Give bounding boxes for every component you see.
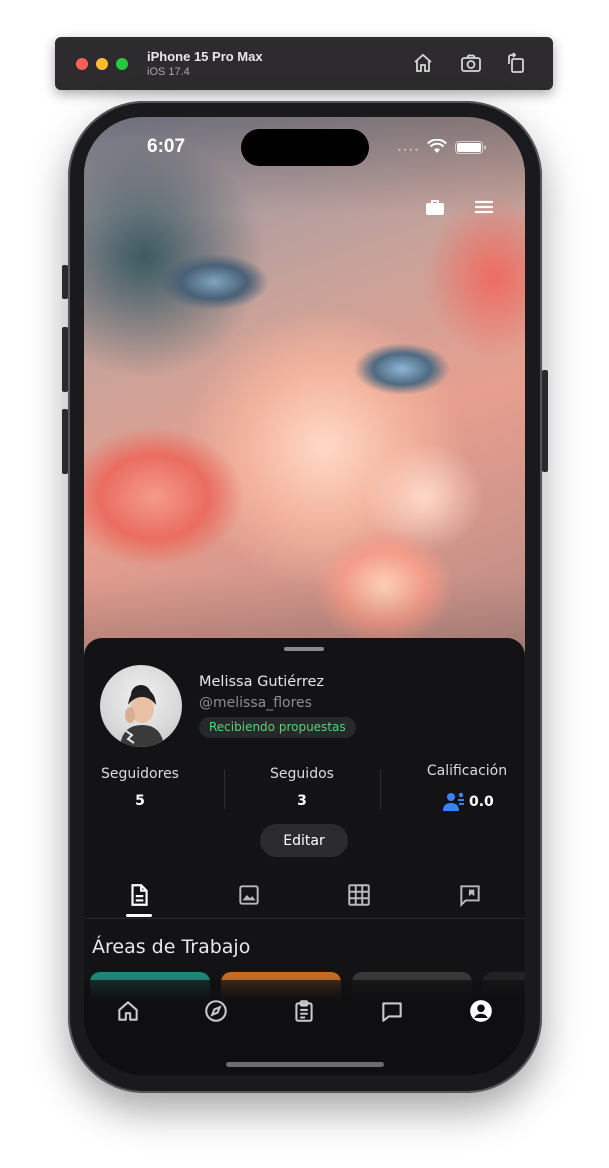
rating-label: Calificación	[426, 763, 508, 779]
battery-icon	[455, 141, 486, 154]
tab-documents[interactable]	[126, 882, 152, 908]
active-tab-indicator	[126, 914, 152, 917]
home-icon	[118, 1001, 138, 1021]
tab-reviews[interactable]	[457, 882, 483, 908]
nav-explore[interactable]	[203, 998, 229, 1024]
simulator-titlebar: iPhone 15 Pro Max iOS 17.4	[55, 37, 553, 90]
reviewers-icon	[443, 792, 464, 811]
profile-icon	[470, 1000, 492, 1022]
status-icons: ••••	[397, 139, 487, 155]
stats-divider	[224, 769, 225, 809]
app-screen: 6:07 •••• Melissa Gutiérrez @melissa_flo…	[84, 117, 525, 1075]
tab-grid[interactable]	[346, 882, 372, 908]
profile-username: @melissa_flores	[199, 695, 312, 711]
nav-home[interactable]	[115, 998, 141, 1024]
home-indicator[interactable]	[226, 1062, 384, 1067]
followers-count[interactable]: 5	[84, 793, 196, 809]
power-button	[542, 370, 548, 472]
wifi-icon	[427, 139, 447, 153]
status-time: 6:07	[147, 136, 186, 157]
rotate-icon[interactable]	[504, 51, 528, 75]
cover-image	[84, 117, 525, 657]
profile-name: Melissa Gutiérrez	[199, 674, 325, 690]
chat-icon	[382, 1002, 402, 1022]
action-button	[62, 265, 68, 299]
followers-label[interactable]: Seguidores	[84, 766, 196, 782]
grid-icon	[348, 884, 370, 906]
zoom-window-button[interactable]	[116, 58, 128, 70]
close-window-button[interactable]	[76, 58, 88, 70]
following-count[interactable]: 3	[247, 793, 357, 809]
image-icon	[239, 885, 259, 905]
os-version: iOS 17.4	[147, 66, 190, 78]
clipboard-icon	[295, 1000, 313, 1022]
tab-images[interactable]	[236, 882, 262, 908]
stats-divider	[380, 769, 381, 809]
status-badge: Recibiendo propuestas	[199, 717, 356, 738]
signal-icon: ••••	[397, 146, 420, 155]
minimize-window-button[interactable]	[96, 58, 108, 70]
edit-profile-button[interactable]: Editar	[260, 824, 348, 857]
rating-value: 0.0	[469, 794, 494, 810]
content-tabs	[84, 874, 525, 919]
compass-icon	[205, 1000, 227, 1022]
bottom-navigation	[84, 980, 525, 1075]
device-name: iPhone 15 Pro Max	[147, 49, 263, 64]
avatar[interactable]	[100, 665, 182, 747]
volume-up-button	[62, 327, 68, 392]
following-label[interactable]: Seguidos	[247, 766, 357, 782]
nav-proposals[interactable]	[291, 998, 317, 1024]
nav-profile[interactable]	[468, 998, 494, 1024]
screenshot-icon[interactable]	[459, 51, 483, 75]
nav-messages[interactable]	[379, 998, 405, 1024]
volume-down-button	[62, 409, 68, 474]
bookmark-chat-icon	[460, 885, 480, 908]
dynamic-island	[241, 129, 369, 166]
home-icon[interactable]	[411, 51, 435, 75]
section-title: Áreas de Trabajo	[92, 936, 251, 958]
briefcase-icon[interactable]	[423, 195, 447, 219]
drag-handle[interactable]	[284, 647, 324, 651]
document-icon	[131, 884, 148, 906]
menu-icon[interactable]	[472, 195, 496, 219]
